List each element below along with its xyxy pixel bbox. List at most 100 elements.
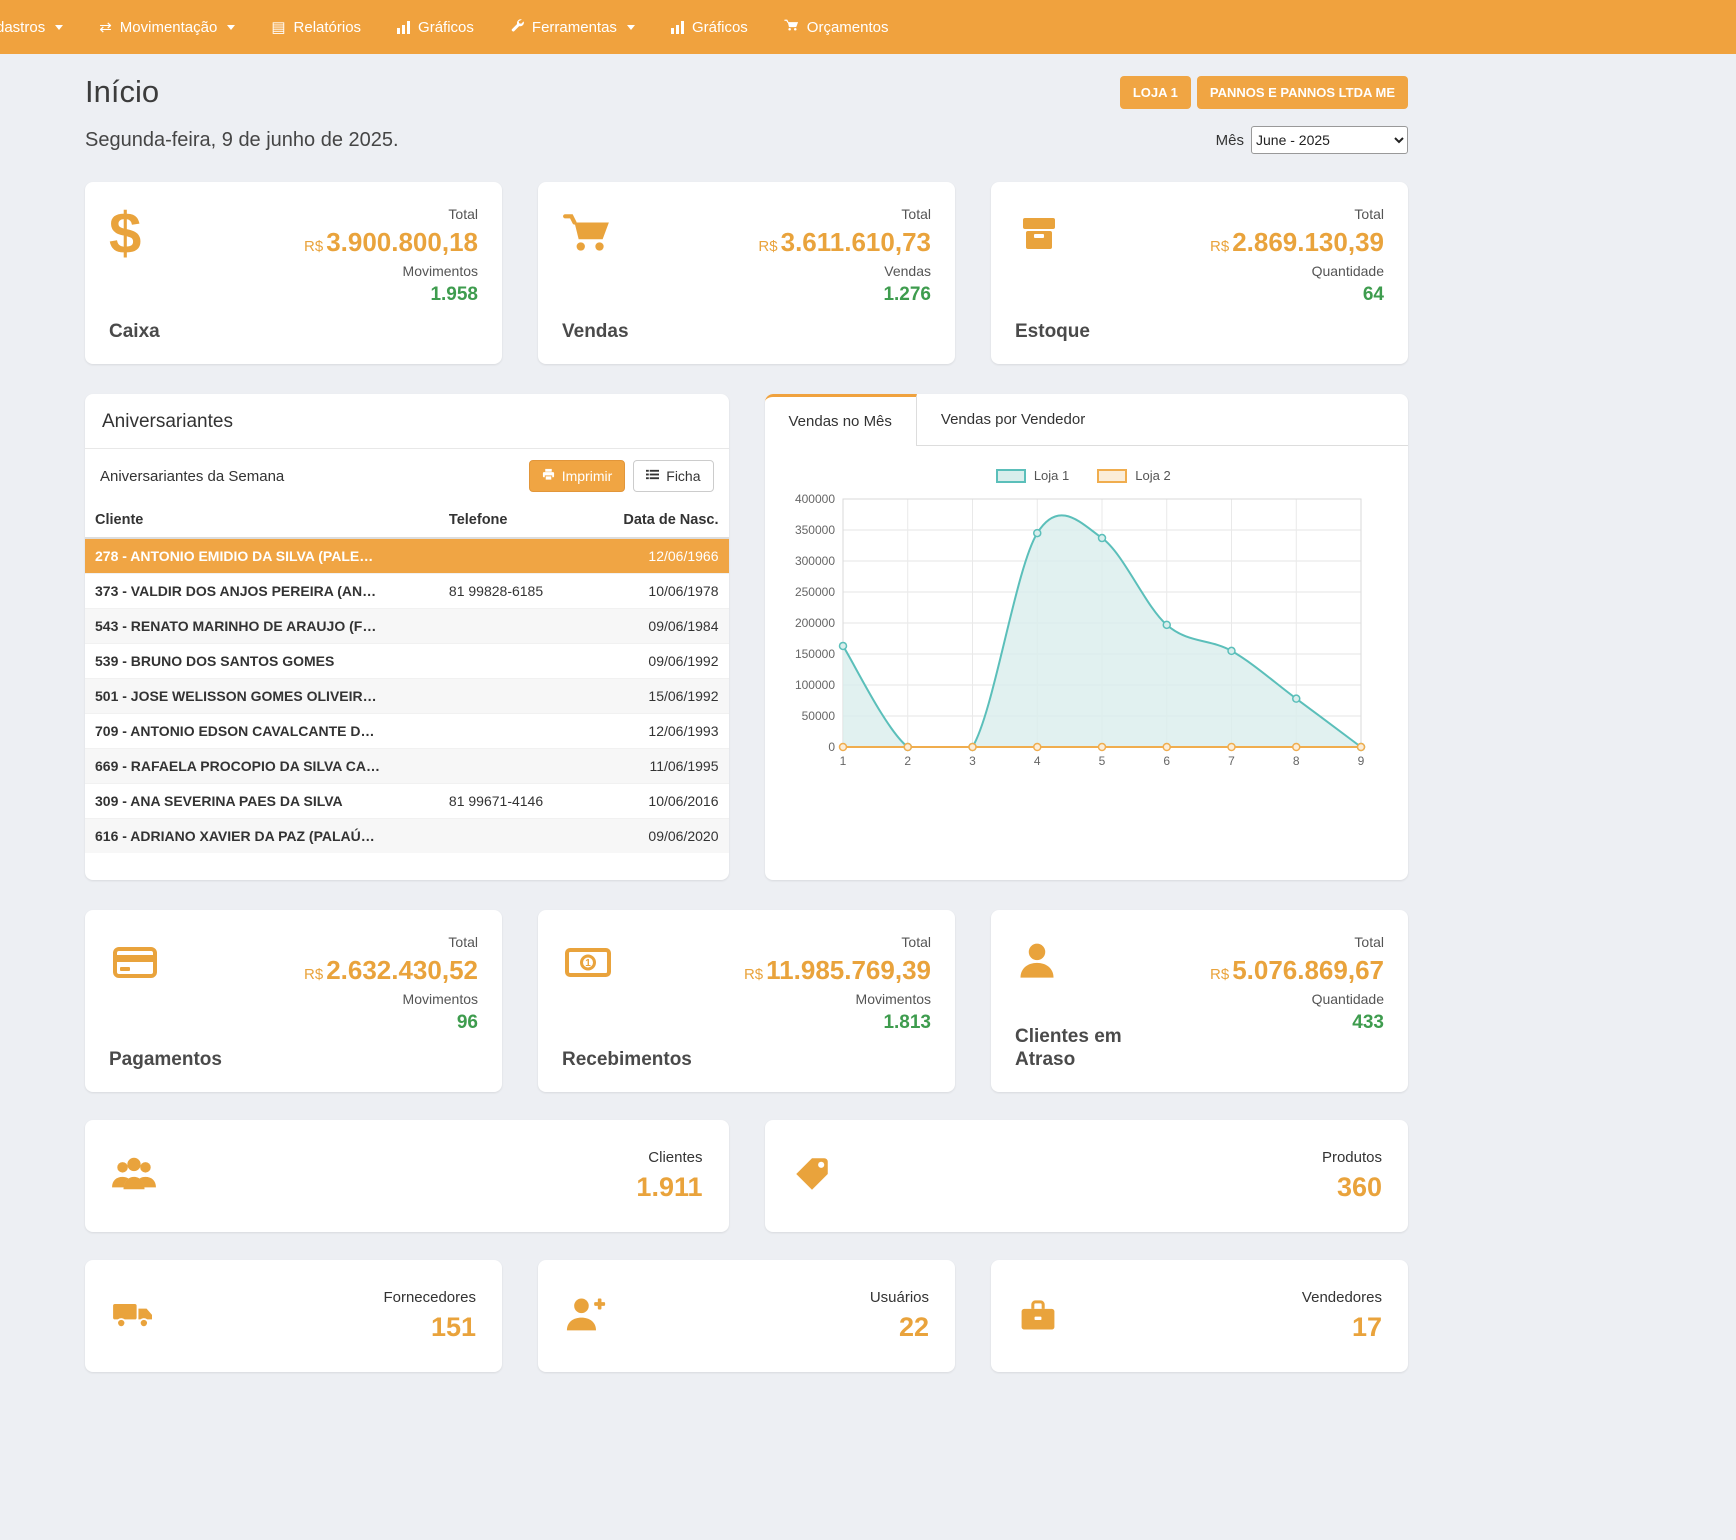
svg-text:250000: 250000 xyxy=(794,585,834,599)
bar-chart-icon xyxy=(397,21,410,34)
chart-legend: Loja 1 Loja 2 xyxy=(783,468,1385,483)
legend-item: Loja 2 xyxy=(1097,468,1170,483)
count-label: Quantidade xyxy=(1210,991,1384,1007)
cell-cliente: 309 - ANA SEVERINA PAES DA SILVA xyxy=(85,784,439,819)
briefcase-icon xyxy=(1017,1295,1059,1338)
card-caixa: $ Caixa Total R$3.900.800,18 Movimentos … xyxy=(85,182,502,364)
nav-label: Movimentação xyxy=(120,19,218,36)
svg-text:9: 9 xyxy=(1357,754,1364,768)
card-title: Estoque xyxy=(1015,321,1090,344)
table-row[interactable]: 278 - ANTONIO EMIDIO DA SILVA (PALE… 12/0… xyxy=(85,538,729,574)
svg-text:350000: 350000 xyxy=(794,523,834,537)
report-icon: ▤ xyxy=(271,20,285,35)
svg-text:400000: 400000 xyxy=(794,492,834,506)
cell-telefone xyxy=(439,644,587,679)
cell-nascimento: 10/06/1978 xyxy=(587,574,729,609)
birthdays-subtitle: Aniversariantes da Semana xyxy=(100,468,284,485)
nav-item-movimentacao[interactable]: ⇄ Movimentação xyxy=(81,0,253,54)
nav-item-graficos-1[interactable]: Gráficos xyxy=(379,0,492,54)
tab-vendas-no-mes[interactable]: Vendas no Mês xyxy=(765,394,917,446)
total-label: Total xyxy=(1210,934,1384,950)
store-badge[interactable]: LOJA 1 xyxy=(1120,76,1191,109)
counter-value: 151 xyxy=(383,1312,476,1343)
company-badge[interactable]: PANNOS E PANNOS LTDA ME xyxy=(1197,76,1408,109)
exchange-icon: ⇄ xyxy=(99,20,112,35)
chevron-down-icon xyxy=(627,25,635,30)
svg-text:300000: 300000 xyxy=(794,554,834,568)
cell-cliente: 709 - ANTONIO EDSON CAVALCANTE D… xyxy=(85,714,439,749)
svg-text:7: 7 xyxy=(1228,754,1235,768)
nav-item-graficos-2[interactable]: Gráficos xyxy=(653,0,766,54)
table-row[interactable]: 669 - RAFAELA PROCOPIO DA SILVA CA…11/06… xyxy=(85,749,729,784)
page-title: Início xyxy=(85,74,159,110)
nav-item-cadastros[interactable]: dastros xyxy=(0,0,81,54)
print-button[interactable]: Imprimir xyxy=(529,460,626,492)
total-value: R$3.611.610,73 xyxy=(758,227,931,258)
cell-nascimento: 12/06/1966 xyxy=(587,538,729,574)
table-row[interactable]: 539 - BRUNO DOS SANTOS GOMES 09/06/1992 xyxy=(85,644,729,679)
table-row[interactable]: 616 - ADRIANO XAVIER DA PAZ (PALAÚ…09/06… xyxy=(85,819,729,854)
count-value: 1.276 xyxy=(758,284,931,306)
date-text: Segunda-feira, 9 de junho de 2025. xyxy=(85,129,399,152)
cell-telefone xyxy=(439,819,587,854)
legend-swatch xyxy=(996,469,1026,483)
tab-vendas-por-vendedor[interactable]: Vendas por Vendedor xyxy=(917,394,1109,445)
bar-chart-icon xyxy=(671,21,684,34)
month-label: Mês xyxy=(1216,132,1244,149)
count-label: Vendas xyxy=(758,263,931,279)
svg-text:200000: 200000 xyxy=(794,616,834,630)
chevron-down-icon xyxy=(55,25,63,30)
nav-label: Relatórios xyxy=(294,19,362,36)
total-label: Total xyxy=(304,934,478,950)
card-fornecedores: Fornecedores 151 xyxy=(85,1260,502,1372)
table-row[interactable]: 501 - JOSE WELISSON GOMES OLIVEIR…15/06/… xyxy=(85,679,729,714)
people-group-icon xyxy=(111,1153,157,1200)
card-vendas: Vendas Total R$3.611.610,73 Vendas 1.276 xyxy=(538,182,955,364)
sales-chart: Loja 1Loja 2 050000100000150000200000250… xyxy=(765,446,1409,790)
svg-text:100000: 100000 xyxy=(794,678,834,692)
table-row[interactable]: 309 - ANA SEVERINA PAES DA SILVA81 99671… xyxy=(85,784,729,819)
list-icon xyxy=(646,468,659,484)
sales-tabbar: Vendas no Mês Vendas por Vendedor xyxy=(765,394,1409,446)
legend-item: Loja 1 xyxy=(996,468,1069,483)
col-header-telefone: Telefone xyxy=(439,503,587,538)
card-usuarios: Usuários 22 xyxy=(538,1260,955,1372)
card-produtos: Produtos 360 xyxy=(765,1120,1409,1232)
month-select[interactable]: June - 2025 xyxy=(1251,126,1408,154)
table-row[interactable]: 709 - ANTONIO EDSON CAVALCANTE D…12/06/1… xyxy=(85,714,729,749)
cell-nascimento: 09/06/1992 xyxy=(587,644,729,679)
count-value: 1.813 xyxy=(744,1012,931,1034)
banknote-icon: 1 xyxy=(562,934,692,990)
table-header-row: Cliente Telefone Data de Nasc. xyxy=(85,503,729,538)
cell-cliente: 543 - RENATO MARINHO DE ARAUJO (F… xyxy=(85,609,439,644)
count-label: Quantidade xyxy=(1210,263,1384,279)
total-value: R$2.869.130,39 xyxy=(1210,227,1384,258)
table-row[interactable]: 373 - VALDIR DOS ANJOS PEREIRA (AN…81 99… xyxy=(85,574,729,609)
count-value: 1.958 xyxy=(304,284,478,306)
birthdays-table: Cliente Telefone Data de Nasc. 278 - ANT… xyxy=(85,503,729,853)
truck-icon xyxy=(111,1295,155,1338)
cell-cliente: 669 - RAFAELA PROCOPIO DA SILVA CA… xyxy=(85,749,439,784)
nav-label: Gráficos xyxy=(692,19,748,36)
count-label: Movimentos xyxy=(304,263,478,279)
nav-item-orcamentos[interactable]: Orçamentos xyxy=(766,0,907,54)
top-navbar: dastros ⇄ Movimentação ▤ Relatórios Gráf… xyxy=(0,0,1736,54)
chevron-down-icon xyxy=(227,25,235,30)
card-title: Vendas xyxy=(562,321,629,344)
counter-label: Produtos xyxy=(1322,1149,1382,1166)
nav-item-ferramentas[interactable]: Ferramentas xyxy=(492,0,653,54)
cell-telefone: 81 99671-4146 xyxy=(439,784,587,819)
cell-nascimento: 15/06/1992 xyxy=(587,679,729,714)
ficha-button[interactable]: Ficha xyxy=(633,460,713,492)
counter-value: 360 xyxy=(1322,1172,1382,1203)
cart-icon xyxy=(784,18,799,37)
cell-cliente: 539 - BRUNO DOS SANTOS GOMES xyxy=(85,644,439,679)
card-title: Pagamentos xyxy=(109,1049,222,1072)
cell-cliente: 278 - ANTONIO EMIDIO DA SILVA (PALE… xyxy=(85,538,439,574)
table-row[interactable]: 543 - RENATO MARINHO DE ARAUJO (F…09/06/… xyxy=(85,609,729,644)
card-title: Caixa xyxy=(109,321,160,344)
cell-telefone xyxy=(439,609,587,644)
card-recebimentos: 1 Recebimentos Total R$11.985.769,39 Mov… xyxy=(538,910,955,1092)
nav-item-relatorios[interactable]: ▤ Relatórios xyxy=(253,0,379,54)
birthdays-title: Aniversariantes xyxy=(85,394,729,449)
